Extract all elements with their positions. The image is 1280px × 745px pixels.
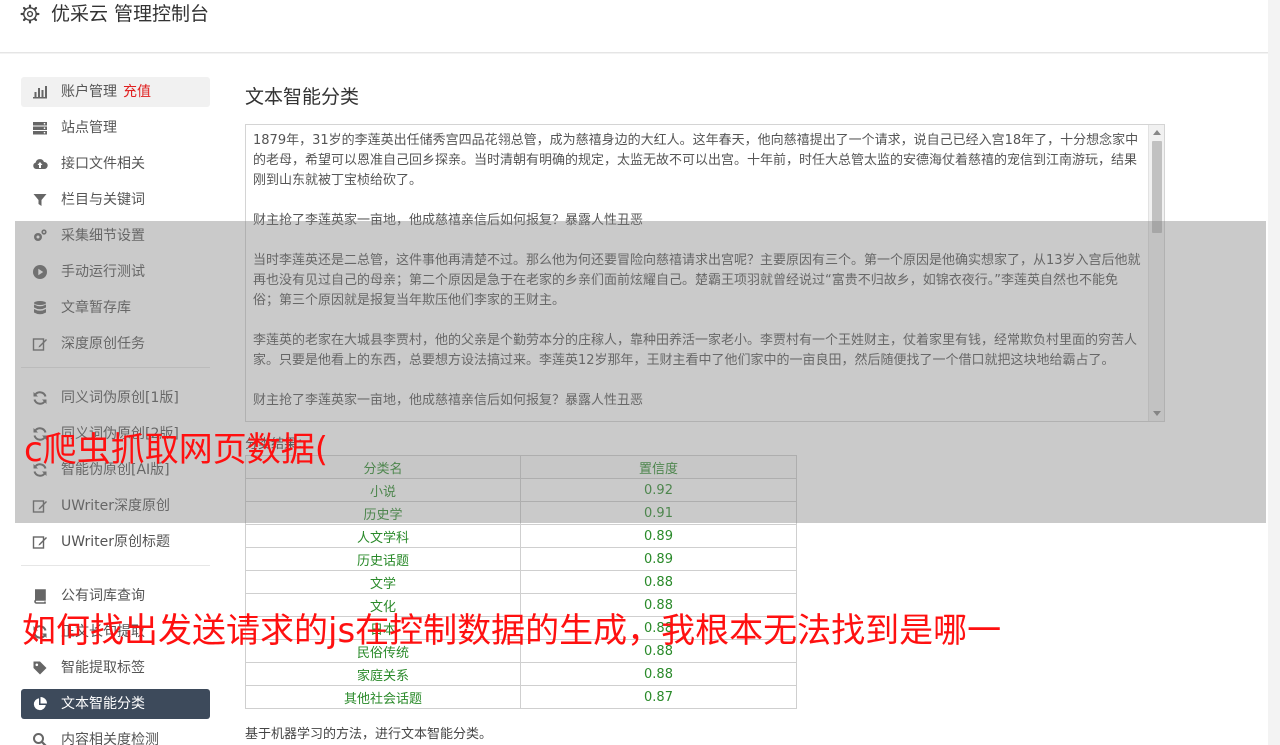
overlay-caption-2: 如何找出发送请求的js在控制数据的生成，我根本无法找到是哪一 [22, 611, 1002, 651]
sidebar-item-sites[interactable]: 站点管理 [21, 113, 210, 143]
bar-chart-icon [33, 86, 47, 99]
footer-note: 基于机器学习的方法，进行文本智能分类。 [245, 727, 493, 742]
server-icon [33, 122, 47, 135]
sidebar-item-smart-tags[interactable]: 智能提取标签 [21, 653, 210, 683]
overlay-band [15, 221, 1266, 523]
filter-icon [33, 194, 47, 206]
tag-icon [33, 661, 47, 675]
scroll-thumb[interactable] [1152, 141, 1162, 233]
cloud-upload-icon [33, 159, 48, 169]
sidebar-item-label: 内容相关度检测 [61, 732, 159, 745]
sidebar-item-account[interactable]: 账户管理 充值 [21, 77, 210, 107]
category-cell: 历史话题 [245, 547, 521, 571]
top-header: 优采云 管理控制台 [0, 0, 1268, 53]
article-paragraph: 1879年，31岁的李莲英出任储秀宫四品花翎总管，成为慈禧身边的大红人。这年春天… [253, 133, 1139, 188]
sidebar-item-label: UWriter原创标题 [61, 534, 170, 550]
sidebar-item-label: 智能提取标签 [61, 660, 145, 676]
sidebar-divider [21, 565, 210, 566]
category-cell: 家庭关系 [245, 662, 521, 686]
table-row: 历史话题 0.89 [245, 547, 797, 571]
page: 优采云 管理控制台 账户管理 充值 站点管理 接口文件相关 栏目与关键词 采集细节… [0, 0, 1280, 745]
sidebar-item-label: 站点管理 [61, 120, 117, 136]
category-cell: 人文学科 [245, 524, 521, 548]
confidence-cell: 0.88 [520, 662, 797, 686]
overlay-caption-1: c爬虫抓取网页数据( [24, 430, 328, 470]
category-cell: 其他社会话题 [245, 685, 521, 709]
sidebar-item-label: 栏目与关键词 [61, 192, 145, 208]
table-row: 家庭关系 0.88 [245, 662, 797, 686]
pie-chart-icon [33, 697, 47, 711]
sidebar-item-columns[interactable]: 栏目与关键词 [21, 185, 210, 215]
sidebar-item-label: 接口文件相关 [61, 156, 145, 172]
table-row: 文学 0.88 [245, 570, 797, 594]
confidence-cell: 0.89 [520, 547, 797, 571]
sidebar-item-label: 公有词库查询 [61, 588, 145, 604]
book-icon [34, 589, 46, 604]
confidence-cell: 0.88 [520, 570, 797, 594]
category-cell: 文学 [245, 570, 521, 594]
app-title: 优采云 管理控制台 [51, 3, 210, 25]
page-title: 文本智能分类 [245, 86, 360, 108]
confidence-cell: 0.87 [520, 685, 797, 709]
sidebar-item-interface[interactable]: 接口文件相关 [21, 149, 210, 179]
table-row: 其他社会话题 0.87 [245, 685, 797, 709]
confidence-cell: 0.89 [520, 524, 797, 548]
sidebar-item-label: 文本智能分类 [61, 696, 145, 712]
sidebar-item-public-lexicon[interactable]: 公有词库查询 [21, 581, 210, 611]
table-row: 人文学科 0.89 [245, 524, 797, 548]
edit-icon [32, 536, 47, 549]
recharge-link[interactable]: 充值 [123, 84, 151, 100]
sidebar-item-label: 账户管理 [61, 84, 117, 100]
gear-icon [20, 4, 40, 24]
sidebar-item-uwriter-title[interactable]: UWriter原创标题 [21, 527, 210, 557]
sidebar-item-relevance[interactable]: 内容相关度检测 [21, 725, 210, 745]
scroll-up-icon[interactable] [1153, 130, 1161, 135]
sidebar-item-text-classify[interactable]: 文本智能分类 [21, 689, 210, 719]
search-icon [33, 733, 47, 745]
